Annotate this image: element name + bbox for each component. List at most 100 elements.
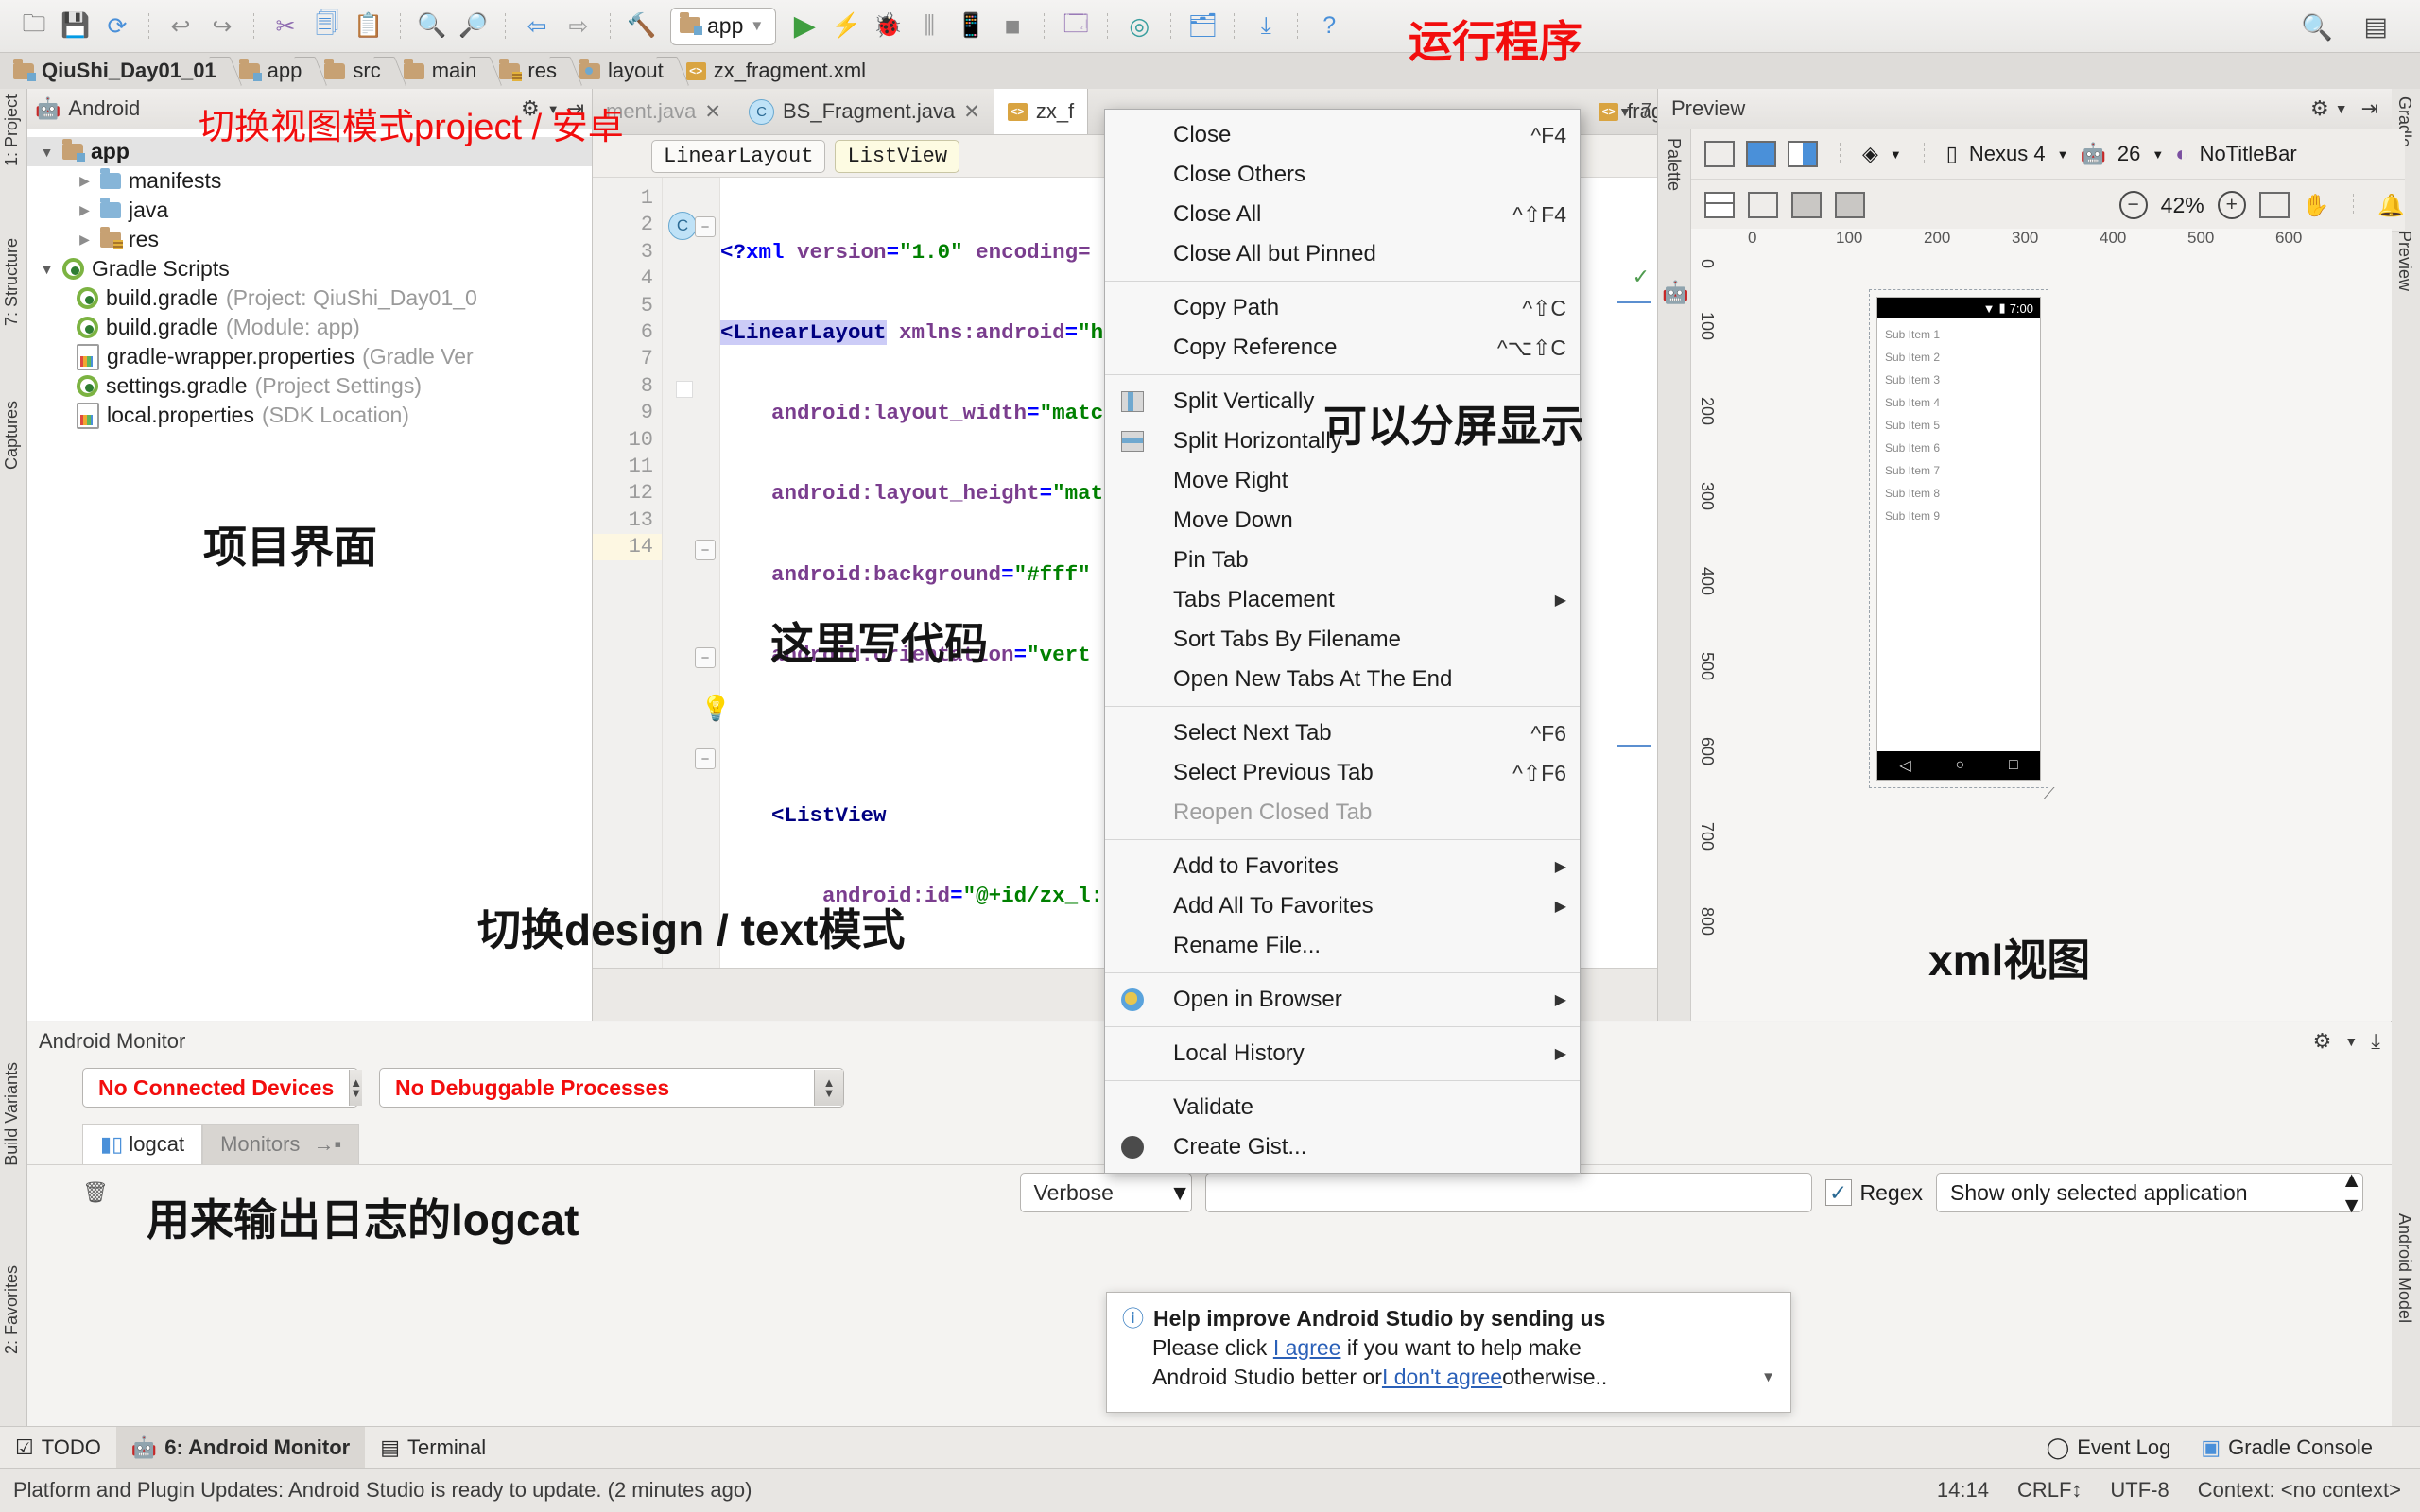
resize-handle[interactable]: ⟋	[2043, 784, 2055, 804]
sdk-manager-icon[interactable]: 🗂	[1182, 8, 1223, 45]
menu-item-rename-file[interactable]: Rename File...	[1105, 926, 1580, 966]
gear-icon[interactable]: ⚙	[2313, 1029, 2332, 1054]
encoding-indicator[interactable]: UTF-8	[2110, 1478, 2169, 1503]
breadcrumb-item-project[interactable]: QiuShi_Day01_01	[0, 53, 226, 89]
chevron-right-icon[interactable]: ▶	[77, 202, 93, 218]
orientation-icon[interactable]: ◈	[1862, 142, 1878, 166]
regex-checkbox[interactable]: ✓ Regex	[1824, 1179, 1923, 1206]
menu-item-close-others[interactable]: Close Others	[1105, 155, 1580, 195]
sync-gradle-icon[interactable]: ◎	[1118, 8, 1160, 45]
close-icon[interactable]: ✕	[704, 100, 721, 124]
tree-row-build-gradle-project[interactable]: build.gradle (Project: QiuShi_Day01_0	[27, 284, 592, 313]
tab-gradle-console[interactable]: ▣ Gradle Console	[2186, 1427, 2388, 1469]
menu-item-open-in-browser[interactable]: Open in Browser ▶	[1105, 980, 1580, 1020]
both-view-icon[interactable]	[1788, 141, 1818, 167]
tree-row-build-gradle-module[interactable]: build.gradle (Module: app)	[27, 313, 592, 342]
tab-android-monitor[interactable]: 🤖 6: Android Monitor	[115, 1427, 366, 1469]
tab-todo[interactable]: ☑ TODO	[0, 1427, 116, 1469]
structure-chip-listview[interactable]: ListView	[835, 139, 960, 173]
menu-item-add-all-to-favorites[interactable]: Add All To Favorites ▶	[1105, 886, 1580, 926]
chevron-down-icon[interactable]: ▼	[1169, 1180, 1191, 1206]
clear-logcat-icon[interactable]: 🗑	[82, 1180, 109, 1205]
sidebar-item-favorites[interactable]: 2: Favorites	[2, 1265, 22, 1354]
device-selector[interactable]: Nexus 4	[1969, 142, 2046, 166]
sidebar-item-android-model[interactable]: Android Model	[2394, 1213, 2414, 1323]
search-everywhere-icon[interactable]: 🔍	[2301, 12, 2333, 43]
design-view-icon[interactable]	[1704, 141, 1735, 167]
fold-icon[interactable]: −	[695, 216, 716, 237]
project-view-mode-label[interactable]: Android	[68, 96, 140, 121]
replace-icon[interactable]: 🔎	[453, 8, 494, 45]
chevron-down-icon[interactable]: ▼	[39, 144, 55, 160]
run-configuration-selector[interactable]: app ▼	[670, 7, 777, 45]
editor-tab-zx-fragment[interactable]: <> zx_f	[994, 89, 1089, 134]
tab-terminal[interactable]: ▤ Terminal	[365, 1427, 501, 1469]
tab-monitors[interactable]: Monitors →▪	[202, 1124, 360, 1164]
line-separator-indicator[interactable]: CRLF↕	[2017, 1478, 2082, 1503]
constraints-icon[interactable]	[1748, 192, 1778, 218]
fold-icon-listview[interactable]: −	[695, 540, 716, 560]
breadcrumb-item-app[interactable]: app	[226, 53, 312, 89]
zoom-fit-icon[interactable]	[2258, 192, 2290, 218]
chevron-down-icon[interactable]: ▼	[1890, 147, 1902, 162]
breadcrumb-item-src[interactable]: src	[311, 53, 389, 89]
save-all-icon[interactable]: 💾	[55, 8, 96, 45]
fold-icon-root-end[interactable]: −	[695, 748, 716, 769]
sidebar-item-preview[interactable]: Preview	[2394, 231, 2414, 291]
tree-row-res[interactable]: ▶ res	[27, 225, 592, 254]
menu-item-local-history[interactable]: Local History ▶	[1105, 1034, 1580, 1074]
spinner-icon[interactable]: ▲ ▼	[349, 1070, 363, 1106]
editor-tab-bs-fragment[interactable]: C BS_Fragment.java ✕	[735, 89, 994, 134]
undo-icon[interactable]: ↩	[160, 8, 201, 45]
api-selector[interactable]: 26	[2118, 142, 2140, 166]
open-folder-icon[interactable]: 🗀	[13, 8, 55, 45]
breadcrumb-item-file[interactable]: <> zx_fragment.xml	[673, 53, 875, 89]
menu-item-pin-tab[interactable]: Pin Tab	[1105, 541, 1580, 580]
notifications-bell-icon[interactable]: 🔔	[2377, 193, 2405, 218]
sync-icon[interactable]: ⟳	[96, 8, 138, 45]
sidebar-item-structure[interactable]: 7: Structure	[2, 238, 22, 326]
attach-debugger-icon[interactable]: 📱	[950, 8, 992, 45]
status-message[interactable]: Platform and Plugin Updates: Android Stu…	[13, 1478, 752, 1503]
collapse-panel-icon[interactable]: ⇥	[2361, 96, 2378, 121]
find-icon[interactable]: 🔍	[411, 8, 453, 45]
profile-icon[interactable]: ⫼	[908, 8, 950, 45]
forward-icon[interactable]: ⇨	[558, 8, 599, 45]
build-hammer-icon[interactable]: 🔨	[621, 8, 663, 45]
menu-item-select-next-tab[interactable]: Select Next Tab ^F6	[1105, 713, 1580, 753]
minimize-panel-icon[interactable]: ⤓	[2371, 1029, 2380, 1054]
context-indicator[interactable]: Context: <no context>	[2198, 1478, 2401, 1503]
menu-item-add-to-favorites[interactable]: Add to Favorites ▶	[1105, 847, 1580, 886]
filter-selector[interactable]: Show only selected application ▲ ▼	[1936, 1167, 2363, 1217]
class-marker-icon[interactable]: C	[668, 212, 697, 240]
menu-item-validate[interactable]: Validate	[1105, 1088, 1580, 1127]
copy-icon[interactable]: 🗐	[306, 8, 348, 45]
chevron-down-icon[interactable]: ▼	[39, 261, 55, 277]
expand-horizontal-icon[interactable]	[1791, 192, 1822, 218]
i-agree-link[interactable]: I agree	[1273, 1335, 1341, 1360]
apply-changes-icon[interactable]: ⚡	[825, 8, 867, 45]
blueprint-view-icon[interactable]	[1746, 141, 1776, 167]
help-icon[interactable]: ?	[1308, 8, 1350, 45]
sidebar-item-build-variants[interactable]: Build Variants	[2, 1062, 22, 1166]
close-icon[interactable]: ✕	[963, 100, 980, 124]
tree-row-local-properties[interactable]: local.properties (SDK Location)	[27, 401, 592, 430]
zoom-in-button[interactable]: +	[2217, 191, 2246, 219]
menu-item-copy-reference[interactable]: Copy Reference ^⌥⇧C	[1105, 328, 1580, 368]
chevron-down-icon[interactable]: ▼	[2335, 101, 2348, 116]
chevron-right-icon[interactable]: ▶	[77, 173, 93, 189]
chevron-down-icon[interactable]: ▼	[2057, 147, 2069, 162]
process-selector[interactable]: No Debuggable Processes ▲ ▼	[379, 1068, 844, 1108]
sidebar-item-captures[interactable]: Captures	[2, 401, 22, 470]
menu-item-move-down[interactable]: Move Down	[1105, 501, 1580, 541]
tree-row-gradle-wrapper[interactable]: gradle-wrapper.properties (Gradle Ver	[27, 342, 592, 371]
tree-row-gradle-scripts[interactable]: ▼ Gradle Scripts	[27, 254, 592, 284]
notification-popup[interactable]: ⓘ Help improve Android Studio by sending…	[1106, 1292, 1791, 1413]
run-icon[interactable]: ▶	[784, 8, 825, 45]
download-component-icon[interactable]: ⤓	[1245, 8, 1287, 45]
tree-row-settings-gradle[interactable]: settings.gradle (Project Settings)	[27, 371, 592, 401]
avd-manager-icon[interactable]: 🗔	[1055, 8, 1097, 45]
expand-vertical-icon[interactable]	[1835, 192, 1865, 218]
menu-item-create-gist[interactable]: Create Gist...	[1105, 1127, 1580, 1167]
menu-item-select-previous-tab[interactable]: Select Previous Tab ^⇧F6	[1105, 753, 1580, 793]
